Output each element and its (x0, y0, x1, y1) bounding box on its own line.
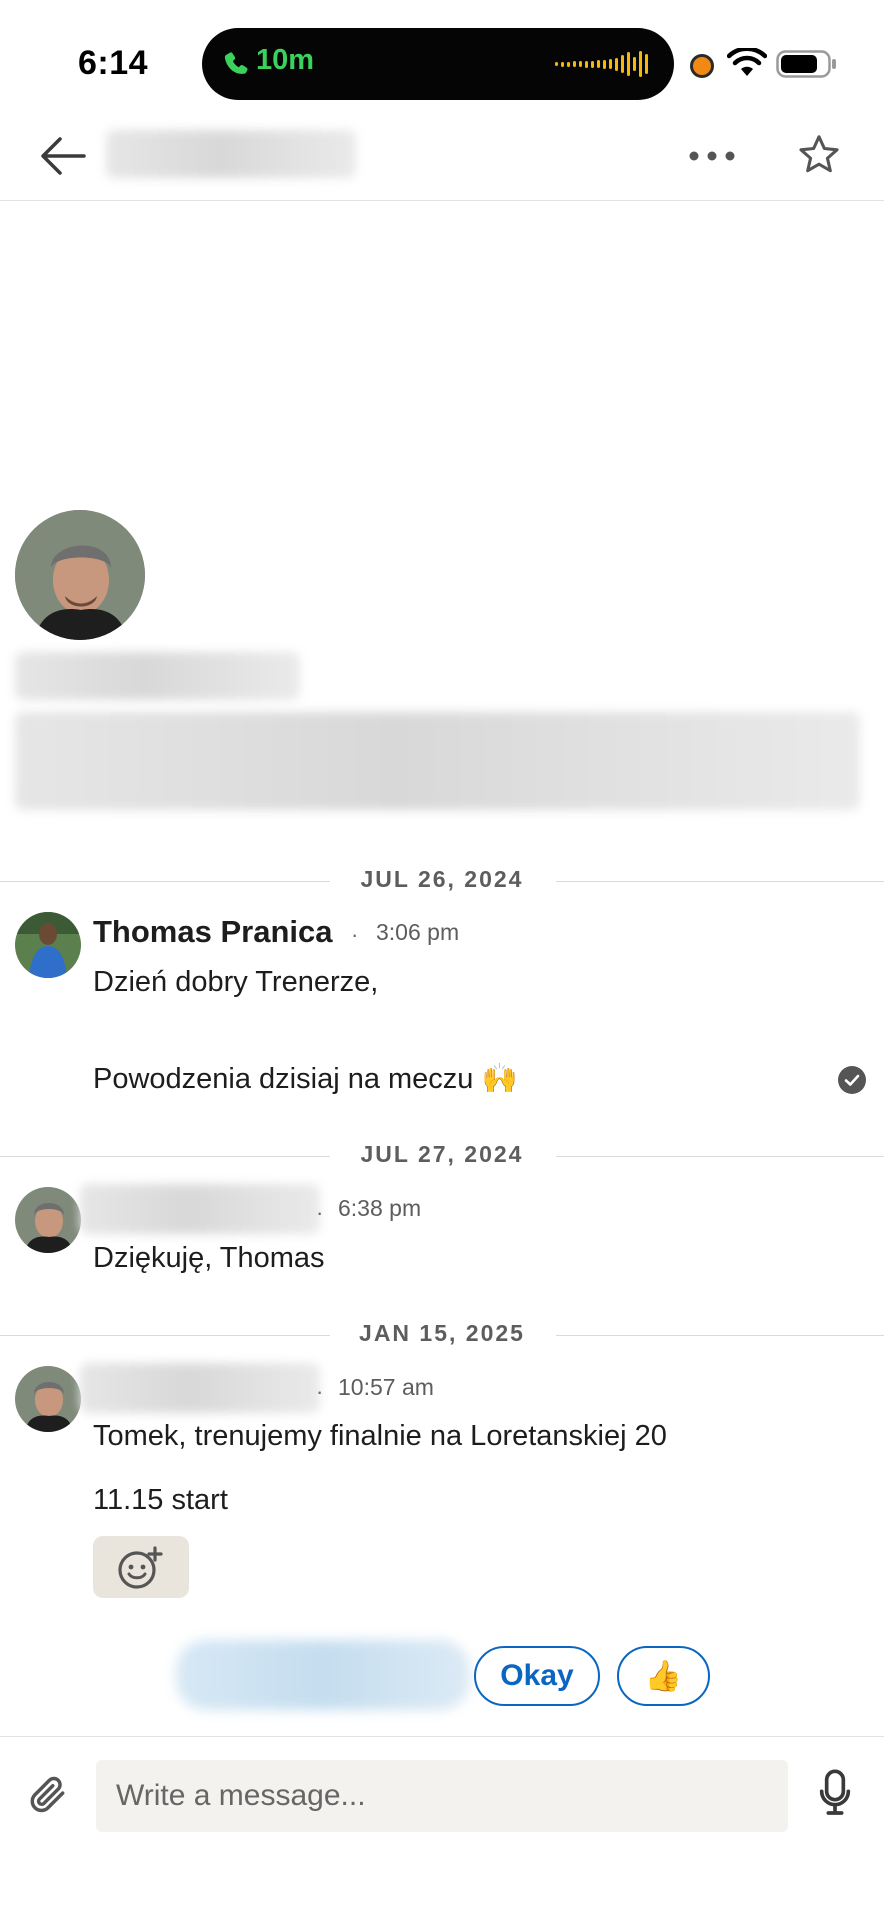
sender-avatar[interactable] (15, 912, 81, 978)
message-time: 3:06 pm (376, 919, 460, 945)
message-input[interactable] (96, 1760, 796, 1832)
separator-dot: · (316, 1379, 324, 1404)
add-reaction-icon (118, 1546, 163, 1589)
sender-name-redacted[interactable] (80, 1363, 320, 1413)
recording-indicator-icon (690, 54, 714, 78)
date-label: JUL 26, 2024 (342, 866, 542, 892)
sender-name-redacted[interactable] (80, 1184, 320, 1234)
wifi-icon (727, 48, 767, 76)
paperclip-icon[interactable] (26, 1772, 70, 1816)
date-separator: JUL 26, 2024 (0, 866, 884, 896)
message-composer[interactable] (96, 1760, 796, 1832)
message-text: Dziękuję, Thomas (93, 1242, 325, 1274)
seen-check-icon (838, 1066, 866, 1094)
profile-avatar-image (15, 510, 145, 640)
message-text: Powodzenia dzisiaj na meczu 🙌 (93, 1063, 518, 1095)
quick-reply-okay[interactable]: Okay (474, 1646, 600, 1706)
dynamic-island-call-indicator[interactable]: 10m (202, 28, 674, 100)
status-time: 6:14 (78, 44, 149, 82)
message-text: Dzień dobry Trenerze, (93, 966, 379, 998)
add-reaction-button[interactable] (93, 1536, 189, 1598)
sender-avatar[interactable] (15, 1366, 81, 1432)
date-label: JAN 15, 2025 (341, 1320, 543, 1346)
message-time: 10:57 am (338, 1374, 434, 1400)
date-separator: JUL 27, 2024 (0, 1141, 884, 1171)
header-divider (0, 200, 884, 201)
message-text: Tomek, trenujemy finalnie na Loretanskie… (93, 1420, 667, 1452)
contact-name-redacted[interactable] (106, 130, 356, 178)
quick-reply-thumbs-up[interactable]: 👍 (617, 1646, 710, 1706)
audio-waveform-icon (555, 48, 648, 80)
phone-icon (224, 52, 248, 74)
sender-avatar-image (15, 912, 81, 978)
profile-headline-redacted (15, 712, 860, 810)
more-options-icon[interactable] (688, 148, 736, 164)
quick-reply-redacted[interactable] (176, 1640, 470, 1710)
composer-divider (0, 1736, 884, 1737)
sender-avatar[interactable] (15, 1187, 81, 1253)
profile-name-redacted (15, 652, 300, 700)
message-time: 6:38 pm (338, 1195, 422, 1221)
sender-avatar-image (15, 1366, 81, 1432)
date-label: JUL 27, 2024 (342, 1141, 542, 1167)
separator-dot: · (316, 1200, 324, 1225)
profile-avatar[interactable] (15, 510, 145, 640)
message-text: 11.15 start (93, 1484, 228, 1516)
call-duration: 10m (256, 44, 315, 76)
date-separator: JAN 15, 2025 (0, 1320, 884, 1350)
separator-dot: · (351, 922, 359, 947)
sender-name[interactable]: Thomas Pranica (93, 914, 332, 950)
back-arrow-icon[interactable] (40, 136, 86, 176)
star-icon[interactable] (796, 132, 842, 178)
microphone-icon[interactable] (818, 1768, 852, 1818)
battery-icon (776, 50, 836, 78)
sender-avatar-image (15, 1187, 81, 1253)
